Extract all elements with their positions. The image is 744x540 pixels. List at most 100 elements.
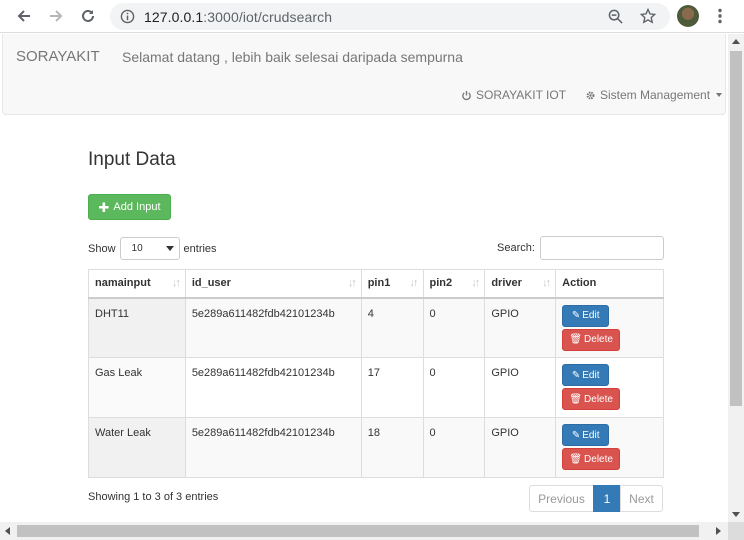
page-viewport: SORAYAKIT Selamat datang , lebih baik se… <box>0 34 728 522</box>
cell-id-user: 5e289a611482fdb42101234b <box>184 417 362 478</box>
address-bar[interactable]: 127.0.0.1:3000/iot/crudsearch <box>110 3 670 30</box>
page-title: Input Data <box>88 149 176 170</box>
welcome-text: Selamat datang , lebih baik selesai dari… <box>122 49 463 65</box>
search-label: Search: <box>497 242 535 254</box>
reload-button[interactable] <box>76 5 100 27</box>
sort-icon: ↓↑ <box>471 277 480 289</box>
cell-driver: GPIO <box>484 357 557 418</box>
column-header-label: namainput <box>95 277 151 290</box>
vertical-scrollbar[interactable] <box>728 34 744 522</box>
edit-label: Edit <box>582 310 600 321</box>
column-header-pin1[interactable]: pin1 ↓↑ <box>360 269 424 299</box>
cell-pin2: 0 <box>422 297 486 358</box>
reload-icon <box>82 9 94 22</box>
column-header-pin2[interactable]: pin2 ↓↑ <box>422 269 486 299</box>
scrollbar-corner <box>728 522 744 540</box>
star-icon[interactable] <box>640 8 656 24</box>
pagination-page-1[interactable]: 1 <box>593 485 621 512</box>
scroll-right-icon[interactable] <box>716 527 721 535</box>
back-arrow-icon <box>17 10 30 22</box>
scroll-up-icon[interactable] <box>732 39 740 44</box>
scroll-down-icon[interactable] <box>732 512 740 517</box>
cell-driver: GPIO <box>484 297 557 358</box>
cell-action: ✎ Edit 🗑 Delete <box>555 417 664 478</box>
browser-toolbar: 127.0.0.1:3000/iot/crudsearch <box>0 0 744 33</box>
url-path: :3000/iot/crudsearch <box>203 9 333 25</box>
trash-icon: 🗑 <box>569 453 583 465</box>
table-info-text: Showing 1 to 3 of 3 entries <box>88 491 219 503</box>
trash-icon: 🗑 <box>569 334 583 345</box>
nav-link-iot-label: SORAYAKIT IOT <box>476 88 567 102</box>
edit-button[interactable]: ✎ Edit <box>562 364 610 386</box>
select-caret-icon <box>165 246 174 251</box>
cell-pin1: 18 <box>360 417 424 478</box>
pagination: Previous 1 Next <box>529 485 663 512</box>
search-input[interactable] <box>539 236 664 260</box>
pencil-icon: ✎ <box>571 369 581 381</box>
entries-label: entries <box>183 242 217 255</box>
delete-button[interactable]: 🗑 Delete <box>562 448 621 470</box>
info-icon <box>120 9 135 24</box>
column-header-id-user[interactable]: id_user ↓↑ <box>184 269 362 299</box>
cell-id-user: 5e289a611482fdb42101234b <box>184 297 362 358</box>
edit-button[interactable]: ✎ Edit <box>562 424 610 446</box>
back-button[interactable] <box>12 5 36 27</box>
column-header-label: Action <box>562 277 597 290</box>
cell-pin2: 0 <box>422 357 486 418</box>
nav-dropdown-system[interactable]: Sistem Management <box>585 88 723 102</box>
profile-avatar[interactable] <box>677 5 699 27</box>
url-host: 127.0.0.1 <box>144 9 204 25</box>
table-header-row: namainput ↓↑ id_user ↓↑ pin1 ↓↑ pin2 ↓↑ driv… <box>88 269 664 299</box>
add-input-label: Add Input <box>113 201 161 213</box>
cell-pin2: 0 <box>422 417 486 478</box>
column-header-label: id_user <box>191 277 231 290</box>
navbar-brand[interactable]: SORAYAKIT <box>16 48 100 65</box>
cell-action: ✎ Edit 🗑 Delete <box>555 297 664 358</box>
delete-label: Delete <box>584 393 613 405</box>
pencil-icon: ✎ <box>571 429 581 441</box>
power-icon <box>462 90 471 100</box>
table-row: Water Leak 5e289a611482fdb42101234b 18 0… <box>88 417 664 478</box>
page-size-select[interactable]: 10 <box>119 237 180 260</box>
column-header-action: Action <box>555 269 664 299</box>
plus-icon: ✚ <box>98 199 110 215</box>
show-label: Show <box>88 242 116 255</box>
top-navbar: SORAYAKIT Selamat datang , lebih baik se… <box>2 34 726 115</box>
add-input-button[interactable]: ✚ Add Input <box>88 194 171 220</box>
delete-button[interactable]: 🗑 Delete <box>562 328 621 351</box>
pagination-previous[interactable]: Previous <box>529 485 594 512</box>
horizontal-scroll-thumb[interactable] <box>17 525 699 537</box>
pagination-next[interactable]: Next <box>620 485 663 512</box>
sort-icon: ↓↑ <box>409 277 419 289</box>
scroll-left-icon[interactable] <box>5 527 10 535</box>
nav-link-iot[interactable]: SORAYAKIT IOT <box>461 88 566 102</box>
menu-dots-icon[interactable] <box>716 8 724 24</box>
caret-down-icon <box>716 93 723 97</box>
vertical-scroll-thumb[interactable] <box>730 51 742 406</box>
column-header-driver[interactable]: driver ↓↑ <box>484 269 557 299</box>
edit-button[interactable]: ✎ Edit <box>562 304 610 327</box>
column-header-namainput[interactable]: namainput ↓↑ <box>88 269 186 299</box>
page-size-control: Show 10 entries <box>88 237 217 260</box>
sort-icon: ↓↑ <box>542 277 551 289</box>
nav-dropdown-system-label: Sistem Management <box>600 88 711 102</box>
column-header-label: pin2 <box>429 277 453 290</box>
cell-id-user: 5e289a611482fdb42101234b <box>184 357 362 418</box>
delete-label: Delete <box>584 453 613 465</box>
sort-icon: ↓↑ <box>347 277 357 289</box>
search-control: Search: <box>497 236 664 260</box>
url-text: 127.0.0.1:3000/iot/crudsearch <box>144 9 332 25</box>
trash-icon: 🗑 <box>569 393 583 405</box>
horizontal-scrollbar[interactable] <box>0 522 728 540</box>
forward-button[interactable] <box>44 5 68 27</box>
sort-icon: ↓↑ <box>171 277 181 289</box>
delete-button[interactable]: 🗑 Delete <box>562 388 621 410</box>
table-row: DHT11 5e289a611482fdb42101234b 4 0 GPIO … <box>88 297 664 358</box>
zoom-out-icon[interactable] <box>608 9 623 24</box>
pencil-icon: ✎ <box>571 310 581 321</box>
gear-icon <box>586 91 595 99</box>
cell-namainput: Water Leak <box>88 417 186 478</box>
cell-namainput: DHT11 <box>88 297 186 358</box>
cell-pin1: 17 <box>360 357 424 418</box>
cell-driver: GPIO <box>484 417 557 478</box>
